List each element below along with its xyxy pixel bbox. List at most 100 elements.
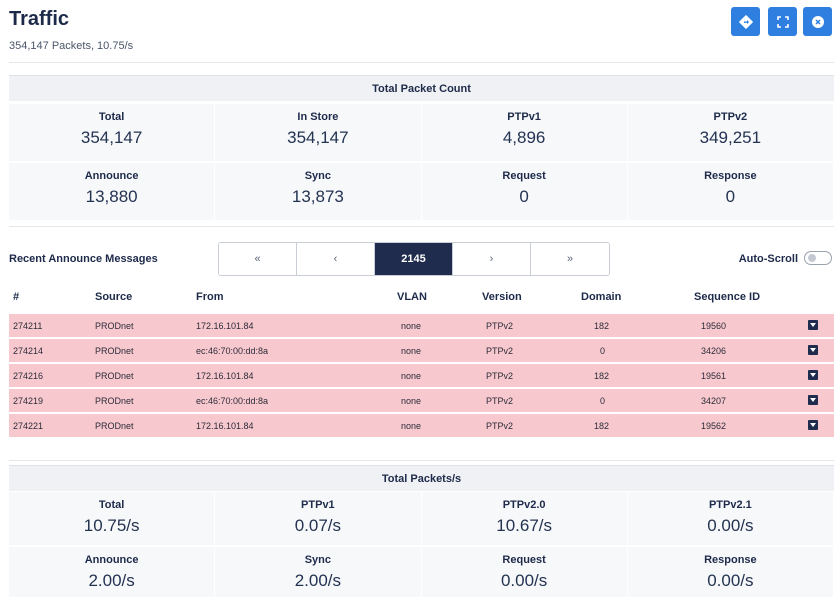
cell-sequence-id: 19561	[701, 371, 727, 381]
col-domain[interactable]: Domain	[581, 291, 621, 303]
stat-value: 0	[519, 187, 529, 206]
stat-label: PTPv1	[507, 111, 541, 123]
pager-current-page[interactable]: 2145	[375, 243, 453, 275]
stat-value: 2.00/s	[88, 571, 135, 590]
pager-last-button[interactable]: »	[531, 243, 609, 275]
stat-value: 13,880	[85, 187, 138, 206]
table-row[interactable]: 274214 PRODnet ec:46:70:00:dd:8a none PT…	[9, 339, 834, 362]
header-divider	[9, 62, 834, 63]
page-subtitle: 354,147 Packets, 10.75/s	[9, 40, 134, 52]
pager-first-button[interactable]: «	[219, 243, 297, 275]
stat-value: 0.00/s	[500, 571, 548, 590]
stat-request: Request 0	[421, 163, 628, 222]
cell-domain: 182	[594, 321, 610, 331]
col-from[interactable]: From	[196, 291, 224, 303]
fullscreen-button[interactable]	[768, 7, 797, 36]
row-expand-icon[interactable]	[808, 320, 818, 330]
cell-version: PTPv2	[486, 371, 514, 381]
rate-announce: Announce 2.00/s	[9, 547, 216, 599]
stat-label: PTPv2.1	[708, 499, 752, 511]
cell-num: 274214	[13, 346, 44, 356]
stat-value: 349,251	[699, 128, 762, 147]
cell-sequence-id: 19560	[701, 321, 727, 331]
stat-label: Total	[98, 499, 125, 511]
cell-from: ec:46:70:00:dd:8a	[196, 396, 269, 406]
section-divider	[9, 226, 834, 227]
stat-total: Total 354,147	[9, 104, 216, 163]
recent-announce-label: Recent Announce Messages	[9, 253, 158, 265]
stat-value: 13,873	[291, 187, 344, 206]
stat-label: Request	[502, 554, 546, 566]
rate-total: Total 10.75/s	[9, 492, 216, 547]
cell-source: PRODnet	[95, 421, 134, 431]
autoscroll-label: Auto-Scroll	[738, 253, 798, 265]
stat-ptpv1: PTPv1 4,896	[421, 104, 628, 163]
announce-table-body: 274211 PRODnet 172.16.101.84 none PTPv2 …	[9, 314, 834, 439]
cell-from: 172.16.101.84	[196, 321, 254, 331]
row-expand-icon[interactable]	[808, 395, 818, 405]
cell-source: PRODnet	[95, 396, 134, 406]
table-row[interactable]: 274221 PRODnet 172.16.101.84 none PTPv2 …	[9, 414, 834, 437]
cell-version: PTPv2	[486, 421, 514, 431]
cell-domain: 182	[594, 371, 610, 381]
table-row[interactable]: 274216 PRODnet 172.16.101.84 none PTPv2 …	[9, 364, 834, 387]
stat-in-store: In Store 354,147	[215, 104, 422, 163]
rate-ptpv2-1: PTPv2.1 0.00/s	[627, 492, 834, 547]
table-row[interactable]: 274211 PRODnet 172.16.101.84 none PTPv2 …	[9, 314, 834, 337]
rate-request: Request 0.00/s	[421, 547, 628, 599]
col-version[interactable]: Version	[482, 291, 522, 303]
stat-label: In Store	[297, 111, 339, 123]
goto-icon	[738, 14, 753, 29]
stat-label: PTPv1	[301, 499, 335, 511]
page-header: Traffic 354,147 Packets, 10.75/s	[0, 0, 834, 62]
stat-label: Announce	[84, 554, 139, 566]
cell-from: 172.16.101.84	[196, 371, 254, 381]
cell-vlan: none	[401, 371, 422, 381]
pager-prev-button[interactable]: ‹	[297, 243, 375, 275]
cell-vlan: none	[401, 421, 422, 431]
col-source[interactable]: Source	[95, 291, 132, 303]
stat-label: Total	[98, 111, 125, 123]
cell-vlan: none	[401, 346, 422, 356]
cell-from: 172.16.101.84	[196, 421, 254, 431]
stat-label: Request	[502, 170, 546, 182]
col-num[interactable]: #	[13, 291, 19, 303]
stat-value: 10.67/s	[496, 516, 552, 535]
stat-response: Response 0	[627, 163, 834, 222]
row-expand-icon[interactable]	[808, 345, 818, 355]
pagination: « ‹ 2145 › »	[218, 242, 610, 276]
packet-count-grid: Total 354,147 In Store 354,147 PTPv1 4,896 …	[9, 104, 834, 222]
close-button[interactable]	[803, 7, 832, 36]
stat-value: 0.00/s	[707, 571, 754, 590]
stat-label: Response	[704, 554, 757, 566]
row-expand-icon[interactable]	[808, 420, 818, 430]
cell-sequence-id: 19562	[701, 421, 727, 431]
pager-next-button[interactable]: ›	[453, 243, 531, 275]
cell-source: PRODnet	[95, 371, 134, 381]
autoscroll-toggle[interactable]	[804, 251, 832, 265]
cell-source: PRODnet	[95, 346, 134, 356]
stat-label: PTPv2	[713, 111, 748, 123]
cell-sequence-id: 34206	[701, 346, 727, 356]
cell-sequence-id: 34207	[701, 396, 727, 406]
col-vlan[interactable]: VLAN	[397, 291, 427, 303]
stat-value: 0	[725, 187, 736, 206]
stat-label: Sync	[304, 554, 332, 566]
cell-vlan: none	[401, 396, 422, 406]
cell-version: PTPv2	[486, 346, 514, 356]
stat-value: 0.00/s	[707, 516, 754, 535]
cell-num: 274221	[13, 421, 44, 431]
table-header: # Source From VLAN Version Domain Sequen…	[0, 289, 834, 309]
row-expand-icon[interactable]	[808, 370, 818, 380]
goto-button[interactable]	[731, 7, 760, 36]
cell-version: PTPv2	[486, 396, 514, 406]
stat-label: Response	[704, 170, 757, 182]
stat-value: 2.00/s	[294, 571, 342, 590]
stat-sync: Sync 13,873	[215, 163, 422, 222]
col-sequence-id[interactable]: Sequence ID	[694, 291, 760, 303]
table-row[interactable]: 274219 PRODnet ec:46:70:00:dd:8a none PT…	[9, 389, 834, 412]
packets-per-sec-heading: Total Packets/s	[9, 465, 834, 491]
section-divider	[9, 460, 834, 461]
packet-count-heading: Total Packet Count	[9, 75, 834, 101]
cell-domain: 0	[600, 396, 606, 406]
